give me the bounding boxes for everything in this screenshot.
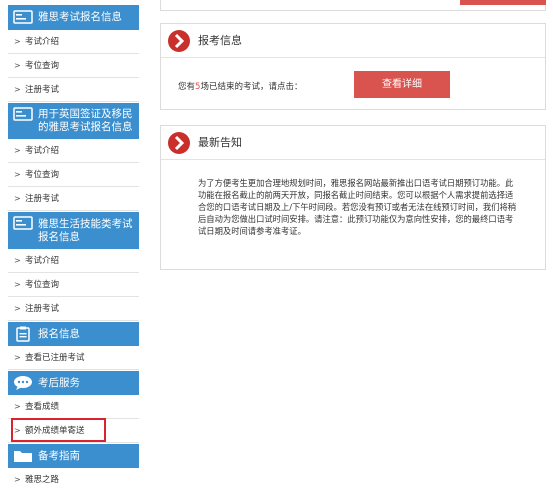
sidebar-item-ielts-road[interactable]: > 雅思之路 xyxy=(8,468,139,489)
sidebar-section-title: 报名信息 xyxy=(38,328,80,340)
highlight-box xyxy=(11,418,106,442)
top-red-strip xyxy=(460,0,546,5)
sidebar-section-title: 雅思生活技能类考试报名信息 xyxy=(38,218,133,243)
sidebar: 雅思考试报名信息 > 考试介绍 > 考位查询 > 注册考试 用于英国签证及移民的雅思考… xyxy=(0,0,140,489)
sidebar-item-exam-intro[interactable]: > 考试介绍 xyxy=(8,139,139,163)
chevron-right-icon: > xyxy=(14,194,21,203)
chevron-right-icon: > xyxy=(14,402,21,411)
view-details-button[interactable]: 查看详细 xyxy=(354,71,450,98)
chevron-right-icon: > xyxy=(14,256,21,265)
news-panel: 最新告知 为了方便考生更加合理地规划时间，雅思报名网站最新推出口语考试日期预订功… xyxy=(160,125,546,270)
sidebar-item-view-scores[interactable]: > 查看成绩 xyxy=(8,395,139,419)
sidebar-item-register-exam[interactable]: > 注册考试 xyxy=(8,78,139,102)
chevron-right-icon: > xyxy=(14,304,21,313)
sidebar-item-register-exam[interactable]: > 注册考试 xyxy=(8,297,139,321)
news-body: 为了方便考生更加合理地规划时间，雅思报名网站最新推出口语考试日期预订功能。此功能… xyxy=(198,178,517,236)
chevron-right-icon: > xyxy=(14,475,21,484)
sidebar-item-register-exam[interactable]: > 注册考试 xyxy=(8,187,139,211)
sidebar-section-life-skills-registration[interactable]: 雅思生活技能类考试报名信息 xyxy=(8,212,139,249)
sidebar-item-view-registered-exams[interactable]: > 查看已注册考试 xyxy=(8,346,139,370)
id-card-icon xyxy=(13,106,33,122)
finished-exams-text: 您有5场已结束的考试，请点击： xyxy=(178,82,303,92)
chevron-right-icon: > xyxy=(14,37,21,46)
chevron-right-icon: > xyxy=(14,85,21,94)
arrow-circle-icon xyxy=(168,132,190,154)
sidebar-section-registration-info[interactable]: 报名信息 xyxy=(8,322,139,346)
registration-info-panel: 报考信息 您有5场已结束的考试，请点击： 查看详细 xyxy=(160,23,546,110)
chevron-right-icon: > xyxy=(14,146,21,155)
folder-icon xyxy=(13,448,33,464)
chevron-right-icon: > xyxy=(14,170,21,179)
sidebar-section-post-exam-services[interactable]: 考后服务 xyxy=(8,371,139,395)
id-card-icon xyxy=(13,9,33,25)
clipboard-icon xyxy=(13,326,33,342)
sidebar-section-prep-guide[interactable]: 备考指南 xyxy=(8,444,139,468)
arrow-circle-icon xyxy=(168,30,190,52)
chevron-right-icon: > xyxy=(14,353,21,362)
panel-title: 最新告知 xyxy=(198,136,242,149)
panel-header: 最新告知 xyxy=(161,126,545,160)
sidebar-section-ielts-registration[interactable]: 雅思考试报名信息 xyxy=(8,5,139,30)
id-card-icon xyxy=(13,215,33,231)
sidebar-section-title: 备考指南 xyxy=(38,450,80,462)
sidebar-section-title: 用于英国签证及移民的雅思考试报名信息 xyxy=(38,108,133,133)
sidebar-item-seat-query[interactable]: > 考位查询 xyxy=(8,54,139,78)
sidebar-item-exam-intro[interactable]: > 考试介绍 xyxy=(8,249,139,273)
chevron-right-icon: > xyxy=(14,280,21,289)
sidebar-section-title: 雅思考试报名信息 xyxy=(38,11,122,23)
panel-header: 报考信息 xyxy=(161,24,545,58)
panel-title: 报考信息 xyxy=(198,34,242,47)
chevron-right-icon: > xyxy=(14,61,21,70)
sidebar-section-ukvi-registration[interactable]: 用于英国签证及移民的雅思考试报名信息 xyxy=(8,103,139,139)
sidebar-item-seat-query[interactable]: > 考位查询 xyxy=(8,273,139,297)
sidebar-item-exam-intro[interactable]: > 考试介绍 xyxy=(8,30,139,54)
sidebar-item-seat-query[interactable]: > 考位查询 xyxy=(8,163,139,187)
chat-bubble-icon xyxy=(13,375,33,391)
sidebar-section-title: 考后服务 xyxy=(38,377,80,389)
